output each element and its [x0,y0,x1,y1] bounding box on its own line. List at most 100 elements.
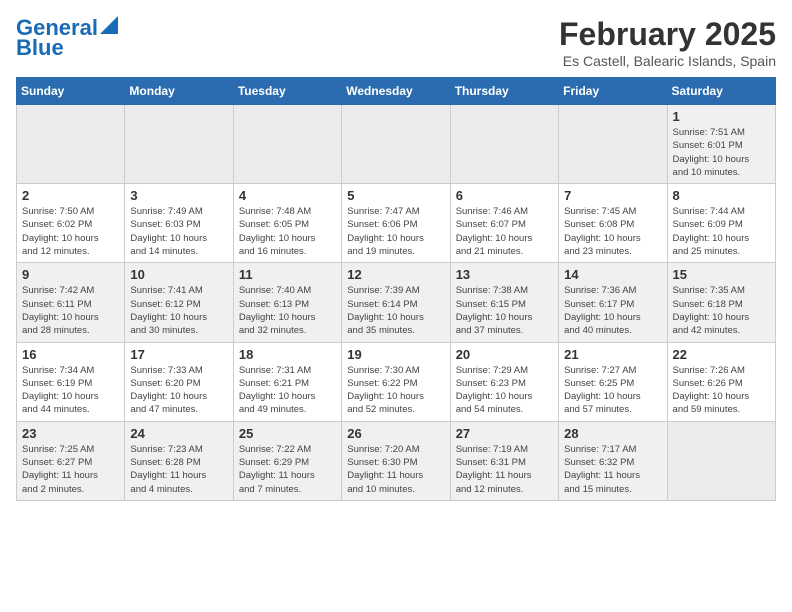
day-number: 20 [456,347,553,362]
day-number: 1 [673,109,770,124]
calendar-week-row: 23Sunrise: 7:25 AM Sunset: 6:27 PM Dayli… [17,421,776,500]
calendar-day-cell: 14 Sunrise: 7:36 AM Sunset: 6:17 PM Dayli… [559,263,667,342]
day-number: 3 [130,188,227,203]
day-number: 28 [564,426,661,441]
day-info: Sunrise: 7:49 AM Sunset: 6:03 PM Dayligh… [130,205,227,258]
day-info: Sunrise: 7:38 AM Sunset: 6:15 PM Dayligh… [456,284,553,337]
day-number: 6 [456,188,553,203]
calendar-day-cell [559,105,667,184]
calendar-day-cell: 18 Sunrise: 7:31 AM Sunset: 6:21 PM Dayli… [233,342,341,421]
calendar-day-cell: 24 Sunrise: 7:23 AM Sunset: 6:28 PM Dayli… [125,421,233,500]
calendar-day-cell: 10 Sunrise: 7:41 AM Sunset: 6:12 PM Dayli… [125,263,233,342]
calendar-table: SundayMondayTuesdayWednesdayThursdayFrid… [16,77,776,501]
weekday-header-monday: Monday [125,78,233,105]
logo-text-blue: Blue [16,36,64,60]
weekday-header-wednesday: Wednesday [342,78,450,105]
calendar-day-cell: 25 Sunrise: 7:22 AM Sunset: 6:29 PM Dayli… [233,421,341,500]
calendar-day-cell: 2 Sunrise: 7:50 AM Sunset: 6:02 PM Daylig… [17,184,125,263]
calendar-day-cell: 9Sunrise: 7:42 AM Sunset: 6:11 PM Daylig… [17,263,125,342]
day-number: 25 [239,426,336,441]
day-info: Sunrise: 7:41 AM Sunset: 6:12 PM Dayligh… [130,284,227,337]
calendar-day-cell [342,105,450,184]
day-number: 19 [347,347,444,362]
day-number: 14 [564,267,661,282]
weekday-header-sunday: Sunday [17,78,125,105]
weekday-header-row: SundayMondayTuesdayWednesdayThursdayFrid… [17,78,776,105]
calendar-day-cell: 8 Sunrise: 7:44 AM Sunset: 6:09 PM Daylig… [667,184,775,263]
day-info: Sunrise: 7:39 AM Sunset: 6:14 PM Dayligh… [347,284,444,337]
calendar-day-cell: 16 Sunrise: 7:34 AM Sunset: 6:19 PM Dayli… [17,342,125,421]
weekday-header-friday: Friday [559,78,667,105]
calendar-day-cell: 17 Sunrise: 7:33 AM Sunset: 6:20 PM Dayli… [125,342,233,421]
calendar-day-cell: 23Sunrise: 7:25 AM Sunset: 6:27 PM Dayli… [17,421,125,500]
calendar-day-cell: 6 Sunrise: 7:46 AM Sunset: 6:07 PM Daylig… [450,184,558,263]
day-number: 5 [347,188,444,203]
calendar-day-cell: 13 Sunrise: 7:38 AM Sunset: 6:15 PM Dayli… [450,263,558,342]
day-info: Sunrise: 7:33 AM Sunset: 6:20 PM Dayligh… [130,364,227,417]
logo-arrow-icon [100,16,118,34]
calendar-day-cell: 15 Sunrise: 7:35 AM Sunset: 6:18 PM Dayli… [667,263,775,342]
day-info: Sunrise: 7:31 AM Sunset: 6:21 PM Dayligh… [239,364,336,417]
day-number: 17 [130,347,227,362]
title-block: February 2025 Es Castell, Balearic Islan… [559,16,776,69]
day-number: 13 [456,267,553,282]
calendar-day-cell: 20 Sunrise: 7:29 AM Sunset: 6:23 PM Dayli… [450,342,558,421]
day-info: Sunrise: 7:23 AM Sunset: 6:28 PM Dayligh… [130,443,227,496]
day-number: 26 [347,426,444,441]
day-number: 27 [456,426,553,441]
day-number: 10 [130,267,227,282]
day-number: 12 [347,267,444,282]
calendar-week-row: 2 Sunrise: 7:50 AM Sunset: 6:02 PM Daylig… [17,184,776,263]
calendar-day-cell: 22 Sunrise: 7:26 AM Sunset: 6:26 PM Dayli… [667,342,775,421]
day-info: Sunrise: 7:26 AM Sunset: 6:26 PM Dayligh… [673,364,770,417]
weekday-header-tuesday: Tuesday [233,78,341,105]
day-number: 2 [22,188,119,203]
calendar-day-cell [125,105,233,184]
month-title: February 2025 [559,16,776,53]
day-info: Sunrise: 7:45 AM Sunset: 6:08 PM Dayligh… [564,205,661,258]
day-number: 24 [130,426,227,441]
calendar-day-cell: 26 Sunrise: 7:20 AM Sunset: 6:30 PM Dayli… [342,421,450,500]
day-info: Sunrise: 7:35 AM Sunset: 6:18 PM Dayligh… [673,284,770,337]
calendar-day-cell: 3 Sunrise: 7:49 AM Sunset: 6:03 PM Daylig… [125,184,233,263]
day-number: 18 [239,347,336,362]
day-info: Sunrise: 7:30 AM Sunset: 6:22 PM Dayligh… [347,364,444,417]
day-number: 22 [673,347,770,362]
day-number: 8 [673,188,770,203]
calendar-day-cell: 28 Sunrise: 7:17 AM Sunset: 6:32 PM Dayli… [559,421,667,500]
day-info: Sunrise: 7:22 AM Sunset: 6:29 PM Dayligh… [239,443,336,496]
calendar-day-cell [667,421,775,500]
calendar-day-cell: 7 Sunrise: 7:45 AM Sunset: 6:08 PM Daylig… [559,184,667,263]
day-info: Sunrise: 7:29 AM Sunset: 6:23 PM Dayligh… [456,364,553,417]
calendar-day-cell: 11 Sunrise: 7:40 AM Sunset: 6:13 PM Dayli… [233,263,341,342]
day-number: 16 [22,347,119,362]
day-info: Sunrise: 7:40 AM Sunset: 6:13 PM Dayligh… [239,284,336,337]
day-info: Sunrise: 7:17 AM Sunset: 6:32 PM Dayligh… [564,443,661,496]
day-info: Sunrise: 7:19 AM Sunset: 6:31 PM Dayligh… [456,443,553,496]
day-info: Sunrise: 7:44 AM Sunset: 6:09 PM Dayligh… [673,205,770,258]
page-header: General Blue February 2025 Es Castell, B… [16,16,776,69]
day-info: Sunrise: 7:48 AM Sunset: 6:05 PM Dayligh… [239,205,336,258]
calendar-day-cell: 5 Sunrise: 7:47 AM Sunset: 6:06 PM Daylig… [342,184,450,263]
day-number: 11 [239,267,336,282]
calendar-week-row: 9Sunrise: 7:42 AM Sunset: 6:11 PM Daylig… [17,263,776,342]
day-number: 23 [22,426,119,441]
day-info: Sunrise: 7:50 AM Sunset: 6:02 PM Dayligh… [22,205,119,258]
calendar-week-row: 1Sunrise: 7:51 AM Sunset: 6:01 PM Daylig… [17,105,776,184]
calendar-day-cell: 4Sunrise: 7:48 AM Sunset: 6:05 PM Daylig… [233,184,341,263]
day-info: Sunrise: 7:27 AM Sunset: 6:25 PM Dayligh… [564,364,661,417]
weekday-header-saturday: Saturday [667,78,775,105]
calendar-day-cell [17,105,125,184]
day-info: Sunrise: 7:34 AM Sunset: 6:19 PM Dayligh… [22,364,119,417]
weekday-header-thursday: Thursday [450,78,558,105]
day-number: 15 [673,267,770,282]
day-info: Sunrise: 7:46 AM Sunset: 6:07 PM Dayligh… [456,205,553,258]
day-info: Sunrise: 7:20 AM Sunset: 6:30 PM Dayligh… [347,443,444,496]
day-info: Sunrise: 7:47 AM Sunset: 6:06 PM Dayligh… [347,205,444,258]
calendar-day-cell: 1Sunrise: 7:51 AM Sunset: 6:01 PM Daylig… [667,105,775,184]
calendar-day-cell: 12 Sunrise: 7:39 AM Sunset: 6:14 PM Dayli… [342,263,450,342]
calendar-week-row: 16 Sunrise: 7:34 AM Sunset: 6:19 PM Dayli… [17,342,776,421]
calendar-day-cell [450,105,558,184]
day-info: Sunrise: 7:36 AM Sunset: 6:17 PM Dayligh… [564,284,661,337]
day-number: 7 [564,188,661,203]
